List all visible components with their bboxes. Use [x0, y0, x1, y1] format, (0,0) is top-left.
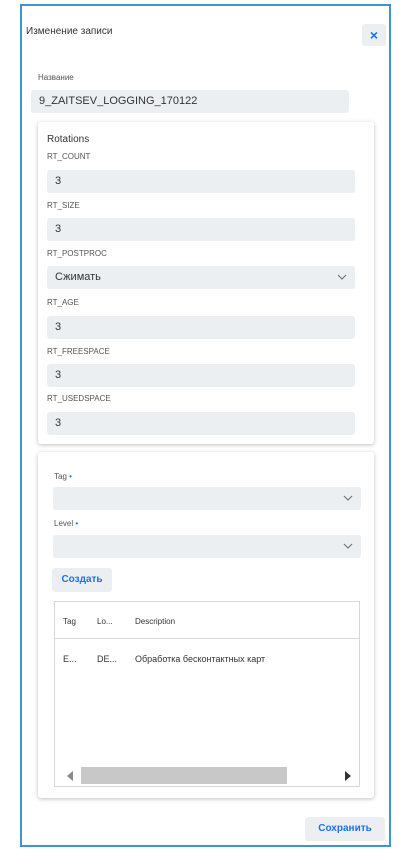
- tag-label: Tag •: [54, 472, 72, 481]
- horizontal-scrollbar[interactable]: [55, 764, 359, 786]
- tags-table: Tag Lo... Description E... DE... Обработ…: [54, 601, 360, 787]
- chevron-down-icon: [343, 535, 353, 549]
- name-label: Название: [38, 73, 74, 82]
- rt-size-input[interactable]: 3: [47, 218, 355, 241]
- table-header: Tag Lo... Description: [55, 602, 359, 639]
- scroll-right-arrow-icon[interactable]: [345, 771, 351, 781]
- tag-select[interactable]: [53, 487, 361, 510]
- close-button[interactable]: ×: [362, 24, 386, 46]
- cell-level: DE...: [97, 654, 118, 664]
- rt-usedspace-input[interactable]: 3: [47, 412, 355, 435]
- rt-freespace-input[interactable]: 3: [47, 364, 355, 387]
- chevron-down-icon: [343, 487, 353, 501]
- rt-size-label: RT_SIZE: [47, 201, 80, 210]
- rotations-title: Rotations: [47, 134, 90, 145]
- rt-freespace-label: RT_FREESPACE: [47, 347, 110, 356]
- column-header-tag[interactable]: Tag: [63, 617, 76, 626]
- rt-count-label: RT_COUNT: [47, 152, 91, 161]
- create-button[interactable]: Создать: [52, 568, 112, 592]
- close-icon: ×: [369, 27, 379, 43]
- level-label: Level •: [54, 519, 79, 528]
- level-select[interactable]: [53, 535, 361, 558]
- save-button[interactable]: Сохранить: [305, 817, 385, 841]
- column-header-description[interactable]: Description: [135, 617, 175, 626]
- name-input[interactable]: 9_ZAITSEV_LOGGING_170122: [31, 90, 349, 113]
- scroll-left-arrow-icon[interactable]: [67, 771, 73, 781]
- rt-usedspace-label: RT_USEDSPACE: [47, 394, 111, 403]
- column-header-level[interactable]: Lo...: [97, 617, 113, 626]
- rt-postproc-select[interactable]: Сжимать: [47, 266, 355, 289]
- rt-age-label: RT_AGE: [47, 298, 79, 307]
- rt-count-input[interactable]: 3: [47, 170, 355, 193]
- rt-age-input[interactable]: 3: [47, 316, 355, 339]
- dialog-title: Изменение записи: [26, 26, 113, 37]
- chevron-down-icon: [337, 266, 347, 280]
- scroll-thumb[interactable]: [81, 767, 287, 784]
- cell-tag: E...: [63, 654, 77, 664]
- cell-description: Обработка бесконтактных карт: [135, 654, 266, 664]
- rt-postproc-label: RT_POSTPROC: [47, 249, 107, 258]
- rt-postproc-value: Сжимать: [55, 271, 101, 283]
